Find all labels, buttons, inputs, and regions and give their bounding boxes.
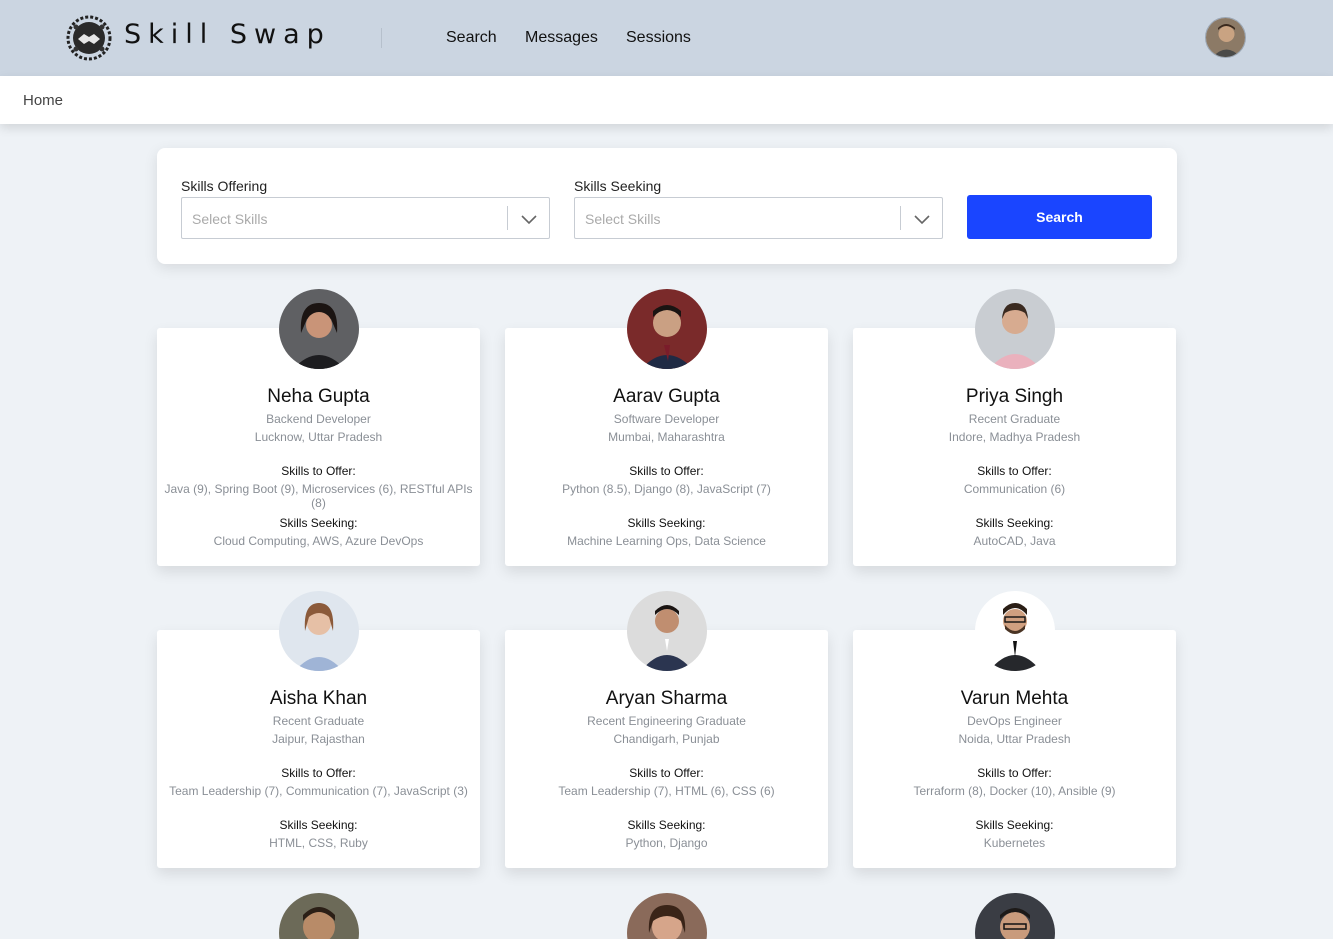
skills-to-offer-heading: Skills to Offer: <box>977 464 1052 478</box>
skills-to-offer-heading: Skills to Offer: <box>977 766 1052 780</box>
skills-to-offer-heading: Skills to Offer: <box>629 766 704 780</box>
profile-photo-icon <box>279 893 359 939</box>
skills-offering-label: Skills Offering <box>181 178 268 194</box>
profile-name[interactable]: Aisha Khan <box>157 688 480 710</box>
profile-role: DevOps Engineer <box>967 714 1062 728</box>
skill-swap-logo-icon[interactable] <box>66 15 112 61</box>
user-avatar[interactable] <box>1205 17 1246 58</box>
profile-name[interactable]: Aryan Sharma <box>505 688 828 710</box>
profile-location: Noida, Uttar Pradesh <box>958 732 1071 746</box>
skills-seeking-list: Cloud Computing, AWS, Azure DevOps <box>213 534 424 548</box>
nav-messages-link[interactable]: Messages <box>525 29 598 47</box>
select-separator <box>507 206 508 230</box>
profile-name[interactable]: Aarav Gupta <box>505 386 828 408</box>
profile-photo-icon <box>627 591 707 671</box>
skills-seeking-heading: Skills Seeking: <box>627 818 706 832</box>
profile-avatar[interactable] <box>279 289 359 369</box>
skills-to-offer-heading: Skills to Offer: <box>281 464 356 478</box>
skills-to-offer-list: Team Leadership (7), Communication (7), … <box>169 784 468 798</box>
skills-offering-placeholder: Select Skills <box>192 211 268 227</box>
skills-seeking-list: Kubernetes <box>983 836 1046 850</box>
profile-name[interactable]: Priya Singh <box>853 386 1176 408</box>
chevron-down-icon[interactable] <box>519 209 539 229</box>
profile-photo-icon <box>279 289 359 369</box>
profile-avatar[interactable] <box>627 289 707 369</box>
profile-name[interactable]: Neha Gupta <box>157 386 480 408</box>
profile-role: Recent Graduate <box>272 714 365 728</box>
search-button[interactable]: Search <box>967 195 1152 239</box>
profile-avatar[interactable] <box>975 893 1055 939</box>
profile-photo-icon <box>279 591 359 671</box>
profile-role: Recent Graduate <box>968 412 1061 426</box>
profile-role: Software Developer <box>613 412 720 426</box>
chevron-down-icon[interactable] <box>912 209 932 229</box>
skills-to-offer-list: Communication (6) <box>963 482 1066 496</box>
skills-to-offer-heading: Skills to Offer: <box>281 766 356 780</box>
profile-photo-icon <box>627 289 707 369</box>
search-panel: Skills Offering Select Skills Skills See… <box>157 148 1177 264</box>
nav-sessions-link[interactable]: Sessions <box>626 29 691 47</box>
breadcrumb-bar: Home <box>0 76 1333 124</box>
profile-avatar[interactable] <box>279 893 359 939</box>
skills-seeking-heading: Skills Seeking: <box>279 818 358 832</box>
skills-seeking-heading: Skills Seeking: <box>975 818 1054 832</box>
profile-photo-icon <box>975 289 1055 369</box>
profile-role: Backend Developer <box>266 412 371 426</box>
nav-search-link[interactable]: Search <box>446 29 497 47</box>
profile-avatar[interactable] <box>627 591 707 671</box>
breadcrumb-home[interactable]: Home <box>23 92 63 109</box>
skills-to-offer-list: Python (8.5), Django (8), JavaScript (7) <box>562 482 771 496</box>
profile-name[interactable]: Varun Mehta <box>853 688 1176 710</box>
skills-seeking-list: AutoCAD, Java <box>973 534 1056 548</box>
profile-avatar[interactable] <box>627 893 707 939</box>
skills-seeking-heading: Skills Seeking: <box>627 516 706 530</box>
profile-avatar[interactable] <box>279 591 359 671</box>
profile-location: Mumbai, Maharashtra <box>608 430 725 444</box>
top-navbar: Skill Swap Search Messages Sessions <box>0 0 1333 76</box>
skills-to-offer-list: Java (9), Spring Boot (9), Microservices… <box>164 482 473 510</box>
skills-seeking-heading: Skills Seeking: <box>279 516 358 530</box>
skills-seeking-list: HTML, CSS, Ruby <box>269 836 368 850</box>
skills-seeking-select[interactable]: Select Skills <box>574 197 943 239</box>
profile-location: Chandigarh, Punjab <box>613 732 720 746</box>
profile-photo-icon <box>627 893 707 939</box>
skills-seeking-heading: Skills Seeking: <box>975 516 1054 530</box>
skills-seeking-list: Python, Django <box>625 836 708 850</box>
profile-avatar[interactable] <box>975 591 1055 671</box>
profile-avatar[interactable] <box>975 289 1055 369</box>
skills-seeking-placeholder: Select Skills <box>585 211 661 227</box>
brand-name[interactable]: Skill Swap <box>124 19 331 50</box>
brand-divider <box>381 28 382 48</box>
profile-photo-icon <box>975 893 1055 939</box>
skills-to-offer-list: Terraform (8), Docker (10), Ansible (9) <box>913 784 1116 798</box>
skills-to-offer-heading: Skills to Offer: <box>629 464 704 478</box>
skills-seeking-label: Skills Seeking <box>574 178 662 194</box>
user-avatar-photo-icon <box>1206 18 1245 57</box>
select-separator <box>900 206 901 230</box>
skills-offering-select[interactable]: Select Skills <box>181 197 550 239</box>
skills-to-offer-list: Team Leadership (7), HTML (6), CSS (6) <box>558 784 775 798</box>
profile-role: Recent Engineering Graduate <box>587 714 746 728</box>
skills-seeking-list: Machine Learning Ops, Data Science <box>567 534 766 548</box>
profile-location: Lucknow, Uttar Pradesh <box>254 430 383 444</box>
profile-location: Jaipur, Rajasthan <box>272 732 365 746</box>
profile-photo-icon <box>975 591 1055 671</box>
profile-location: Indore, Madhya Pradesh <box>948 430 1081 444</box>
